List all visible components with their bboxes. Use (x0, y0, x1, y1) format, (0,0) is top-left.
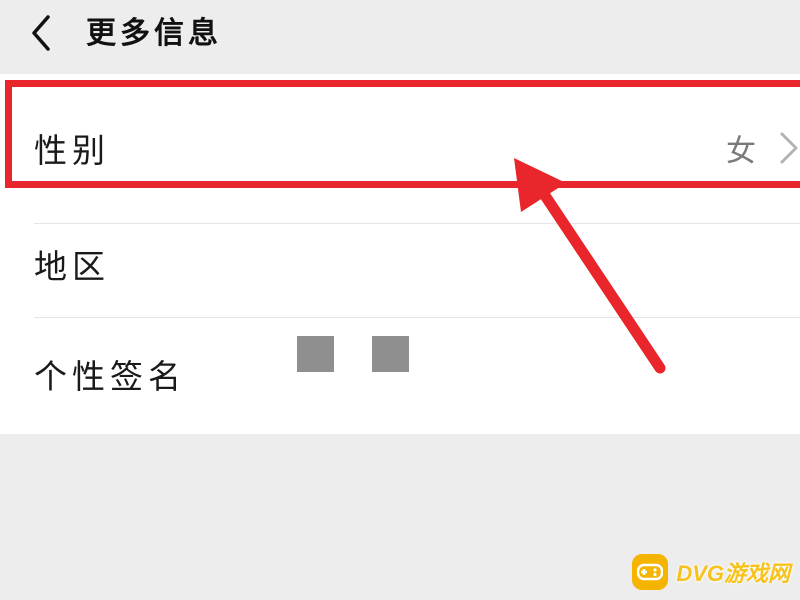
chevron-left-icon (32, 15, 50, 51)
list-item-label: 个性签名 (34, 357, 186, 396)
page-title: 更多信息 (86, 16, 222, 51)
gender-value: 女 (726, 134, 756, 169)
gamepad-icon (632, 554, 669, 590)
redaction-block (372, 336, 409, 372)
screen: 更多信息 性别 女 地区 个性签名 DVG游戏网 (0, 0, 800, 600)
list-item-region[interactable]: 地区 (0, 224, 800, 318)
list-item-label: 地区 (34, 247, 110, 286)
settings-list: 性别 女 地区 个性签名 (0, 74, 800, 434)
chevron-right-icon (780, 132, 798, 164)
watermark-text: DVG游戏网 (676, 561, 790, 586)
header: 更多信息 (0, 0, 800, 74)
list-item-gender[interactable]: 性别 女 (0, 74, 800, 224)
watermark: DVG游戏网 (632, 550, 790, 594)
list-item-label: 性别 (34, 131, 110, 170)
back-button[interactable] (18, 8, 64, 58)
redaction-block (297, 336, 334, 372)
